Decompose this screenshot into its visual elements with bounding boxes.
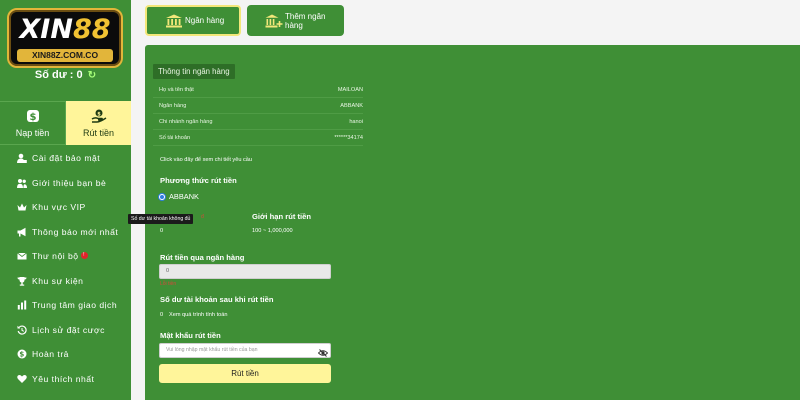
sidebar-item-favorites[interactable]: Yêu thích nhất xyxy=(0,367,131,392)
svg-text:$: $ xyxy=(19,351,24,359)
bank-info-row: Chi nhánh ngân hàng hanoi xyxy=(153,114,363,130)
after-balance-value: 0 xyxy=(160,312,164,318)
min-balance-value: 0 xyxy=(160,228,164,234)
hand-money-icon: $ xyxy=(91,108,107,124)
bank-add-icon xyxy=(265,14,283,28)
bank-info-row: Số tài khoản ******34174 xyxy=(153,130,363,146)
logo[interactable]: XIN88 XIN88Z.COM.CO xyxy=(7,8,123,68)
info-label: Họ và tên thật xyxy=(159,86,194,93)
bank-button-label: Ngân hàng xyxy=(185,16,225,25)
sidebar-item-transactions[interactable]: Trung tâm giao dịch xyxy=(0,293,131,318)
sidebar-item-security-settings[interactable]: Cài đặt bảo mật xyxy=(0,146,131,171)
withdraw-method-title: Phương thức rút tiền xyxy=(160,176,237,185)
user-lock-icon xyxy=(17,153,27,164)
calculation-link[interactable]: Xem quá trình tính toán xyxy=(169,312,227,318)
sidebar-item-bet-history[interactable]: Lịch sử đặt cược xyxy=(0,318,131,343)
inbox-alert-badge: ! xyxy=(80,251,88,259)
balance-display: Số dư : 0 ↻ xyxy=(0,69,131,81)
bank-info-row: Ngân hàng ABBANK xyxy=(153,98,363,114)
users-icon xyxy=(17,178,27,188)
sidebar-item-vip[interactable]: Khu vực VIP xyxy=(0,195,131,220)
svg-text:$: $ xyxy=(97,111,101,117)
radio-selected-icon[interactable] xyxy=(159,193,165,200)
envelope-icon xyxy=(17,251,27,261)
logo-brand-number: 88 xyxy=(72,14,111,45)
bank-info-row: Họ và tên thật MAILOAN xyxy=(153,82,363,98)
dollar-coin-icon: $ xyxy=(25,108,41,124)
info-label: Ngân hàng xyxy=(159,102,187,109)
eye-slash-icon[interactable] xyxy=(317,345,329,357)
bank-button[interactable]: Ngân hàng xyxy=(145,5,241,36)
amount-input[interactable]: 0 xyxy=(159,264,331,279)
after-balance-title: Số dư tài khoản sau khi rút tiền xyxy=(160,295,274,304)
add-bank-button-label: Thêm ngân hàng xyxy=(285,11,326,30)
history-icon xyxy=(17,325,27,335)
megaphone-icon xyxy=(17,227,27,237)
tab-deposit-label: Nạp tiền xyxy=(15,128,50,138)
tab-deposit[interactable]: $ Nạp tiền xyxy=(0,101,66,145)
info-value: ABBANK xyxy=(340,102,363,109)
insufficient-balance-tooltip: Số dư tài khoản không đủ xyxy=(128,214,194,224)
bank-withdraw-title: Rút tiền qua ngân hàng xyxy=(160,253,245,262)
withdraw-method-label: ABBANK xyxy=(169,192,199,201)
withdraw-password-title: Mật khẩu rút tiền xyxy=(160,331,221,340)
info-value: ******34174 xyxy=(334,134,363,141)
withdraw-method-option[interactable]: ABBANK xyxy=(159,192,199,201)
balance-label: Số dư : 0 xyxy=(34,69,83,81)
withdraw-limit-value: 100 ~ 1,000,000 xyxy=(252,228,293,234)
refresh-icon[interactable]: ↻ xyxy=(88,70,96,81)
svg-text:$: $ xyxy=(29,112,36,123)
sidebar-menu: Cài đặt bảo mật Giới thiệu bạn bè Khu vự… xyxy=(0,146,131,391)
withdraw-limit-title: Giới hạn rút tiền xyxy=(252,212,311,221)
bank-info-title: Thông tin ngân hàng xyxy=(153,64,235,79)
bank-info-table: Họ và tên thật MAILOAN Ngân hàng ABBANK … xyxy=(153,82,363,146)
sidebar-item-rebate[interactable]: $ Hoàn trả xyxy=(0,342,131,367)
details-link[interactable]: Click vào đây để xem chi tiết yêu cầu xyxy=(160,157,252,163)
sidebar-item-referral[interactable]: Giới thiệu bạn bè xyxy=(0,171,131,196)
info-label: Số tài khoản xyxy=(159,134,191,141)
withdraw-password-input[interactable]: Vui lòng nhập mật khẩu rút tiền của bạn xyxy=(159,343,331,358)
balance-error-fragment: đ xyxy=(201,214,204,220)
logo-brand-text: XIN xyxy=(19,14,73,45)
sidebar-item-events[interactable]: Khu sự kiện xyxy=(0,269,131,294)
sidebar-item-inbox[interactable]: Thư nội bộ ! xyxy=(0,244,131,269)
logo-domain: XIN88Z.COM.CO xyxy=(17,49,113,62)
add-bank-button[interactable]: Thêm ngân hàng xyxy=(247,5,344,36)
crown-icon xyxy=(17,202,27,212)
info-label: Chi nhánh ngân hàng xyxy=(159,118,213,125)
sidebar: XIN88 XIN88Z.COM.CO Số dư : 0 ↻ $ Nạp ti… xyxy=(0,0,131,400)
bank-icon xyxy=(165,14,183,28)
withdraw-submit-button[interactable]: Rút tiền xyxy=(159,364,331,383)
amount-error: Lỗi tiền xyxy=(160,281,177,287)
coin-return-icon: $ xyxy=(17,349,27,359)
chart-icon xyxy=(17,300,27,310)
tab-withdraw-label: Rút tiền xyxy=(82,128,115,138)
heart-icon xyxy=(17,374,27,384)
trophy-icon xyxy=(17,276,27,286)
info-value: hanoi xyxy=(349,118,363,125)
wallet-tabs: $ Nạp tiền $ Rút tiền xyxy=(0,101,131,145)
sidebar-item-announcements[interactable]: Thông báo mới nhất xyxy=(0,220,131,245)
tab-withdraw[interactable]: $ Rút tiền xyxy=(66,101,131,145)
info-value: MAILOAN xyxy=(337,86,363,93)
